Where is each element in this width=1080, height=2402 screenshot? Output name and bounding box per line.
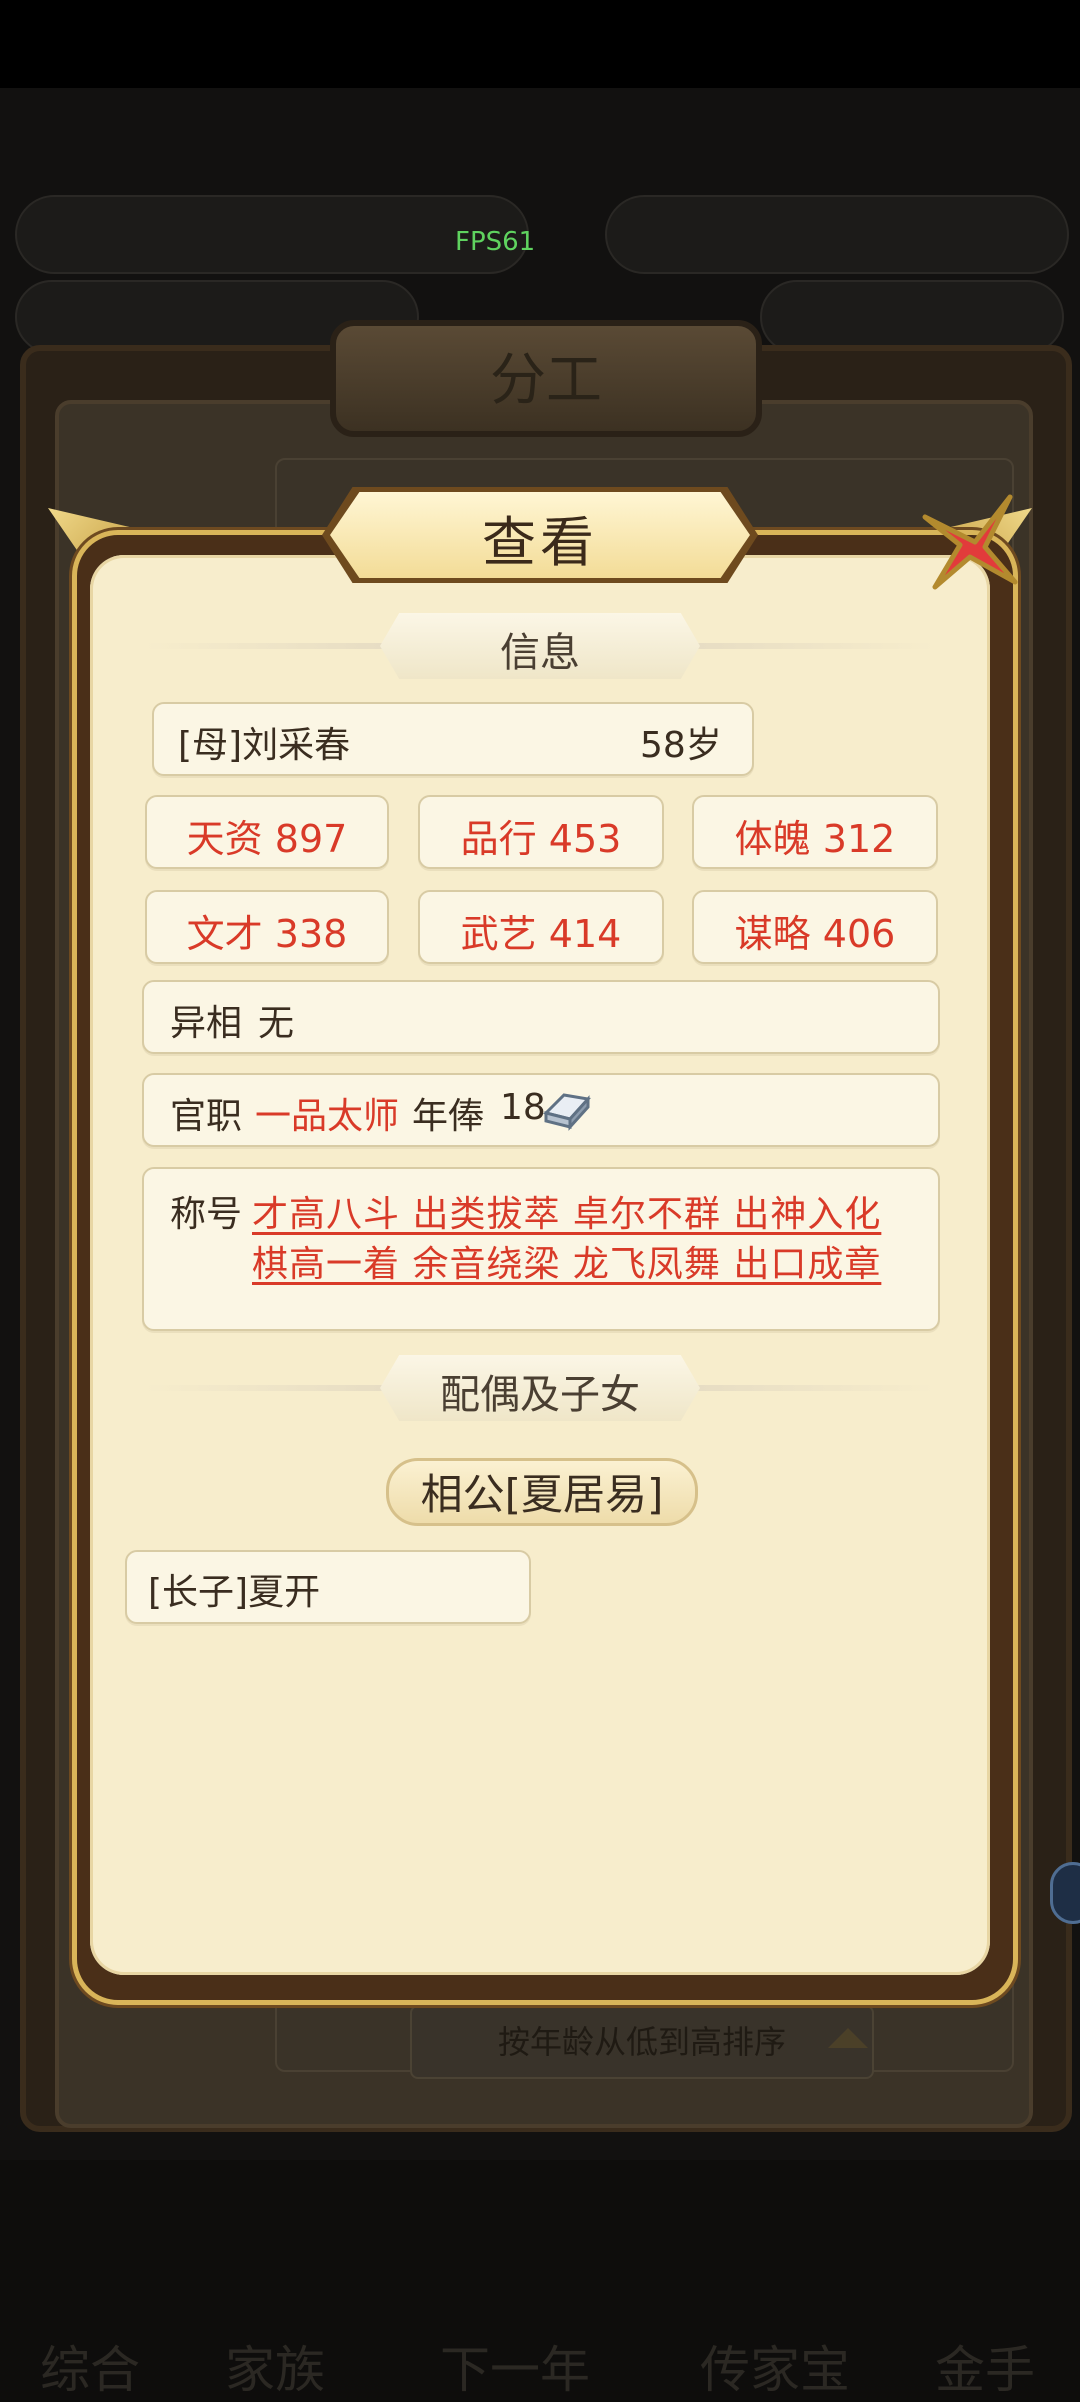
stat-literary: 文才 338 bbox=[186, 912, 348, 956]
salary-label: 年俸 bbox=[412, 1096, 485, 1137]
salary-value: 18 bbox=[500, 1087, 546, 1128]
stat-conduct: 品行 453 bbox=[460, 817, 622, 861]
family-header: 配偶及子女 bbox=[440, 1372, 640, 1418]
sort-arrow-icon bbox=[828, 2028, 868, 2048]
fps-counter: FPS61 bbox=[455, 227, 536, 257]
stat-martial: 武艺 414 bbox=[460, 912, 622, 956]
trait-label: 异相 bbox=[170, 1003, 243, 1044]
stat-strategy: 谋略 406 bbox=[734, 912, 896, 956]
info-header: 信息 bbox=[500, 630, 580, 676]
side-bubble-icon[interactable] bbox=[1050, 1862, 1080, 1924]
silver-ingot-icon bbox=[540, 1083, 594, 1133]
section-divider-left bbox=[145, 643, 395, 649]
stat-talent: 天资 897 bbox=[186, 817, 348, 861]
nav-item-heirloom[interactable]: 传家宝 bbox=[700, 2330, 850, 2402]
dialog-title: 查看 bbox=[482, 511, 598, 574]
stat-physique: 体魄 312 bbox=[734, 817, 896, 861]
spouse-name[interactable]: 相公[夏居易] bbox=[386, 1461, 698, 1522]
family-divider-right bbox=[685, 1385, 935, 1391]
honor-line-2[interactable]: 棋高一着 余音绕梁 龙飞凤舞 出口成章 bbox=[252, 1235, 881, 1287]
nav-item-overview[interactable]: 综合 bbox=[40, 2330, 140, 2402]
person-age: 58岁 bbox=[640, 725, 722, 766]
close-icon[interactable] bbox=[915, 487, 1025, 597]
sort-button[interactable]: 按年龄从低到高排序 bbox=[410, 2005, 874, 2079]
bg-resource-pill-2 bbox=[605, 195, 1069, 274]
person-name: [母]刘采春 bbox=[178, 725, 351, 766]
nav-item-next-year[interactable]: 下一年 bbox=[440, 2330, 590, 2402]
nav-item-family[interactable]: 家族 bbox=[225, 2330, 325, 2402]
bg-resource-pill-1 bbox=[15, 195, 529, 274]
family-divider-left bbox=[145, 1385, 395, 1391]
honor-line-1[interactable]: 才高八斗 出类拔萃 卓尔不群 出神入化 bbox=[252, 1185, 881, 1237]
bg-resource-pill-4 bbox=[760, 280, 1064, 354]
office-label: 官职 bbox=[170, 1096, 243, 1137]
honor-label: 称号 bbox=[170, 1194, 243, 1235]
back-panel-title: 分工 bbox=[490, 348, 602, 413]
trait-value: 无 bbox=[258, 1003, 295, 1044]
office-rank: 一品太师 bbox=[255, 1096, 400, 1137]
status-bar bbox=[0, 0, 1080, 88]
child-name[interactable]: [长子]夏开 bbox=[148, 1563, 320, 1615]
section-divider-right bbox=[685, 643, 935, 649]
nav-item-golden-hand[interactable]: 金手 bbox=[935, 2330, 1035, 2402]
